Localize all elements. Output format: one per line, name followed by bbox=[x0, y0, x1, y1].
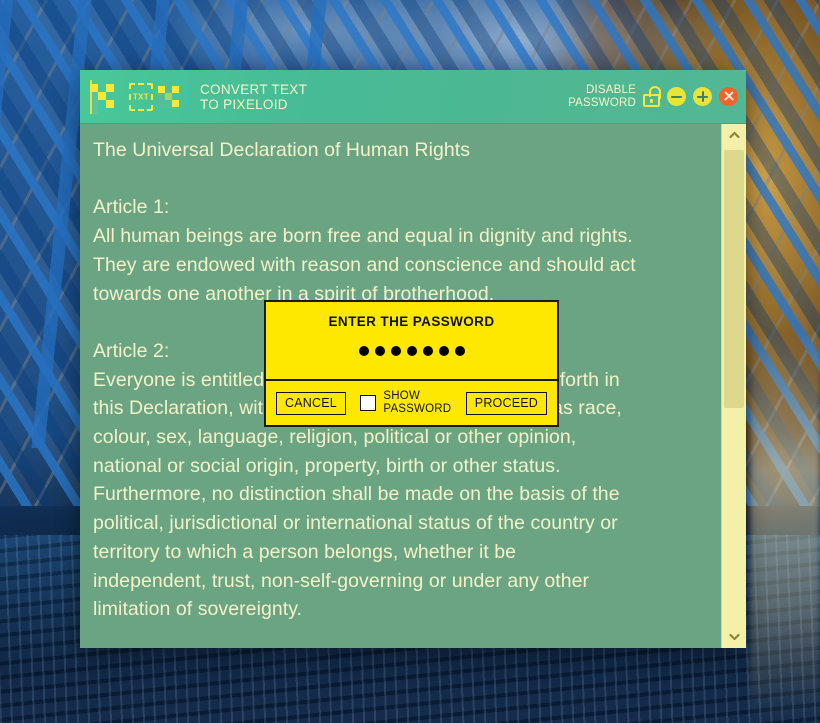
article-1-title: Article 1: bbox=[93, 196, 170, 219]
password-dot bbox=[358, 346, 369, 356]
show-password-label: SHOW PASSWORD bbox=[383, 390, 452, 415]
plus-icon-vertical bbox=[701, 91, 704, 102]
app-logo-group: TXT CONVERT TEXT TO PIXELOID bbox=[90, 79, 308, 114]
password-dot bbox=[390, 346, 401, 356]
minimize-button[interactable] bbox=[667, 87, 686, 106]
chevron-down-icon bbox=[728, 633, 740, 641]
password-dot bbox=[438, 346, 449, 356]
window-titlebar[interactable]: TXT CONVERT TEXT TO PIXELOID DISABLE PAS… bbox=[80, 70, 746, 123]
minus-icon bbox=[671, 95, 682, 98]
scrollbar-thumb[interactable] bbox=[724, 150, 744, 408]
chevron-up-icon bbox=[728, 131, 740, 139]
cancel-button[interactable]: CANCEL bbox=[276, 391, 346, 415]
background-light-glow bbox=[750, 332, 820, 723]
padlock-keyhole bbox=[650, 99, 653, 103]
paragraph-spacer-1 bbox=[93, 165, 707, 194]
article-1-body: All human beings are born free and equal… bbox=[93, 225, 636, 305]
proceed-button[interactable]: PROCEED bbox=[465, 391, 547, 415]
password-masked-dots bbox=[358, 346, 465, 356]
titlebar-controls: DISABLE PASSWORD bbox=[568, 84, 738, 110]
scroll-up-button[interactable] bbox=[722, 124, 746, 146]
pixeloid-p-logo-icon bbox=[90, 79, 120, 114]
disable-password-label[interactable]: DISABLE PASSWORD bbox=[568, 84, 636, 110]
password-dot bbox=[422, 346, 433, 356]
scroll-down-button[interactable] bbox=[722, 626, 746, 648]
txt-file-icon: TXT bbox=[129, 82, 153, 111]
maximize-button[interactable] bbox=[693, 87, 712, 106]
dialog-title: ENTER THE PASSWORD bbox=[328, 314, 495, 329]
document-heading: The Universal Declaration of Human Right… bbox=[93, 139, 471, 161]
unlocked-padlock-icon[interactable] bbox=[643, 86, 661, 107]
show-password-checkbox[interactable] bbox=[360, 395, 377, 411]
vertical-scrollbar[interactable] bbox=[721, 124, 746, 648]
scrollbar-track[interactable] bbox=[722, 146, 746, 626]
password-dot bbox=[374, 346, 385, 356]
show-password-toggle[interactable]: SHOW PASSWORD bbox=[354, 390, 458, 416]
screen: TXT CONVERT TEXT TO PIXELOID DISABLE PAS… bbox=[0, 0, 820, 723]
dialog-action-row: CANCEL SHOW PASSWORD PROCEED bbox=[266, 379, 557, 425]
window-title: CONVERT TEXT TO PIXELOID bbox=[200, 81, 308, 112]
enter-password-dialog: ENTER THE PASSWORD CANCEL SHOW PASSWORD … bbox=[264, 300, 559, 427]
password-dot bbox=[454, 346, 465, 356]
close-button[interactable] bbox=[719, 87, 738, 106]
txt-label: TXT bbox=[132, 92, 149, 101]
pixeloid-blocks-icon bbox=[158, 84, 180, 108]
password-input[interactable] bbox=[266, 329, 557, 379]
password-dot bbox=[406, 346, 417, 356]
